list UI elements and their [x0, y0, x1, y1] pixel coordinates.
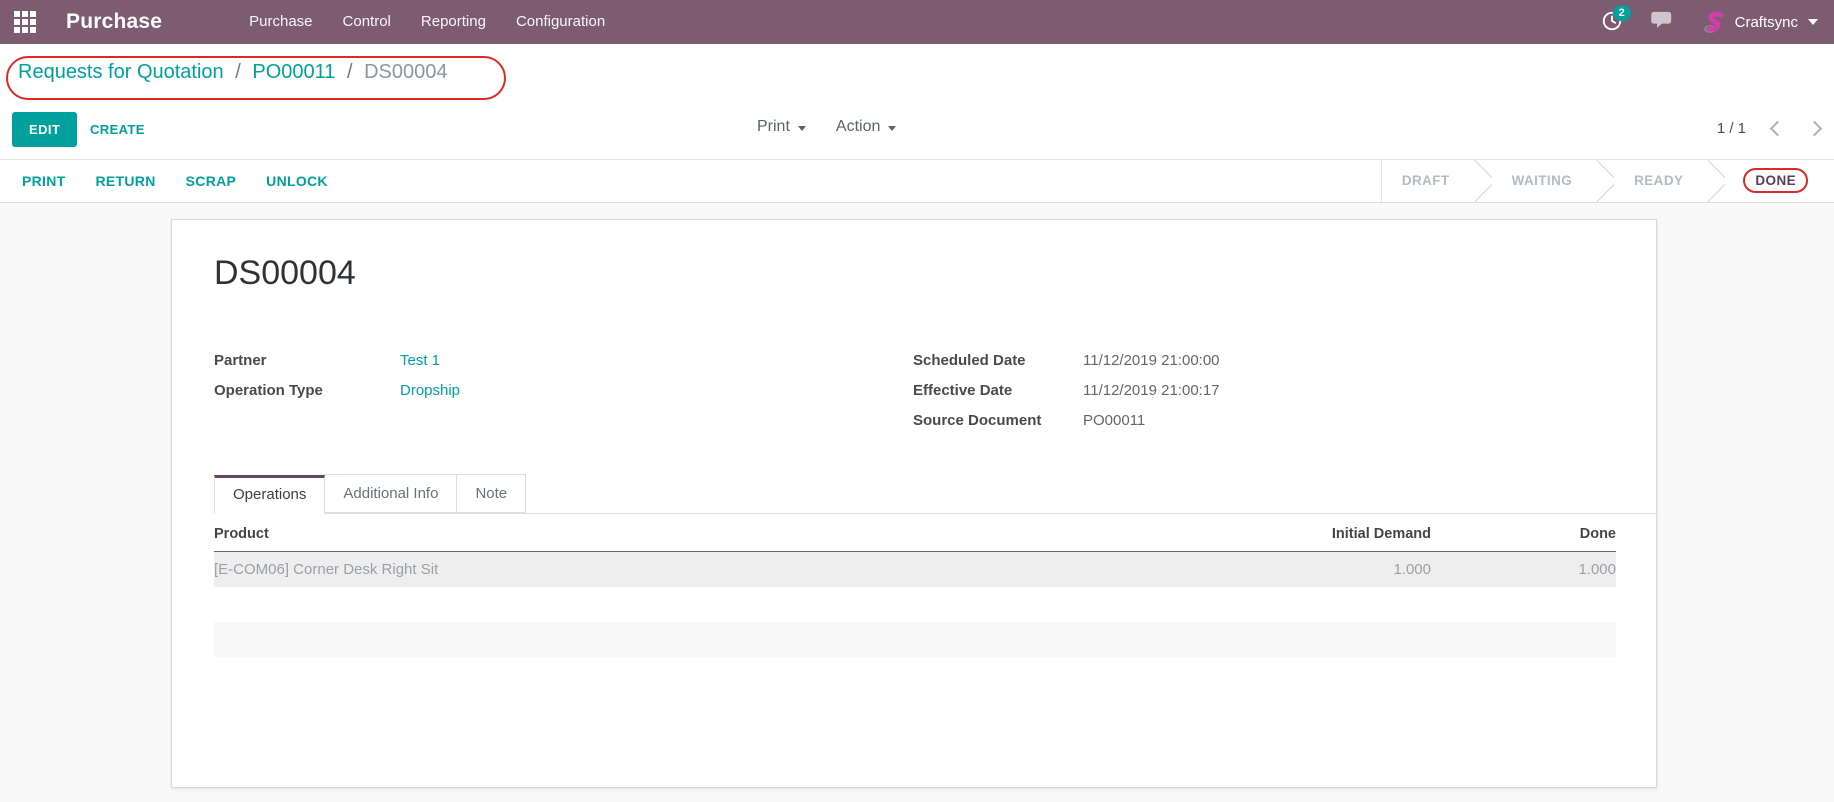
menu-purchase[interactable]: Purchase	[234, 0, 327, 44]
field-operation-type: Operation Type Dropship	[214, 376, 913, 406]
mid-actions: Print Action	[757, 118, 896, 136]
table-header-row: Product Initial Demand Done	[214, 526, 1616, 552]
breadcrumb-current: DS00004	[364, 61, 447, 83]
record-title: DS00004	[214, 254, 1656, 293]
unlock-button[interactable]: UNLOCK	[266, 173, 328, 189]
menu-reporting[interactable]: Reporting	[406, 0, 501, 44]
caret-down-icon	[888, 126, 896, 131]
field-label: Partner	[214, 346, 400, 376]
field-source-document: Source Document PO00011	[913, 406, 1220, 436]
activity-clock-icon[interactable]: 2	[1601, 10, 1625, 34]
pipeline-separator-icon	[1470, 160, 1492, 202]
cell-initial-demand: 1.000	[1201, 561, 1431, 578]
pager: 1 / 1	[1717, 120, 1820, 137]
action-row: EDIT CREATE Print Action 1 / 1	[0, 110, 1834, 159]
field-label: Source Document	[913, 406, 1083, 436]
navbar-right: 2 Craftsync	[1601, 9, 1818, 35]
scheduled-date-value: 11/12/2019 21:00:00	[1083, 346, 1220, 376]
scrap-button[interactable]: SCRAP	[186, 173, 237, 189]
caret-down-icon	[798, 126, 806, 131]
tab-additional-info[interactable]: Additional Info	[324, 474, 457, 513]
field-label: Effective Date	[913, 376, 1083, 406]
field-effective-date: Effective Date 11/12/2019 21:00:17	[913, 376, 1220, 406]
messages-icon[interactable]	[1651, 10, 1675, 35]
statusbar-buttons: PRINT RETURN SCRAP UNLOCK	[0, 173, 328, 189]
cell-product: [E-COM06] Corner Desk Right Sit	[214, 561, 1201, 578]
breadcrumb-po00011[interactable]: PO00011	[252, 61, 335, 83]
company-name: Craftsync	[1735, 14, 1798, 31]
form-view-background: DS00004 Partner Test 1 Operation Type Dr…	[0, 203, 1834, 802]
table-row[interactable]: [E-COM06] Corner Desk Right Sit 1.000 1.…	[214, 552, 1616, 587]
pipeline-separator-icon	[1703, 160, 1725, 202]
breadcrumb-row: Requests for Quotation / PO00011 / DS000…	[0, 44, 1834, 110]
effective-date-value: 11/12/2019 21:00:17	[1083, 376, 1220, 406]
menu-control[interactable]: Control	[328, 0, 406, 44]
create-button[interactable]: CREATE	[90, 122, 145, 137]
user-menu[interactable]: Craftsync	[1701, 9, 1818, 35]
tab-operations[interactable]: Operations	[214, 475, 325, 514]
odoo-purchase-app: Purchase Purchase Control Reporting Conf…	[0, 0, 1834, 802]
edit-button[interactable]: EDIT	[12, 112, 77, 147]
operations-table: Product Initial Demand Done [E-COM06] Co…	[214, 526, 1616, 657]
status-pipeline: DRAFT WAITING READY DONE	[1381, 160, 1834, 202]
operation-type-link[interactable]: Dropship	[400, 376, 460, 406]
state-done[interactable]: DONE	[1725, 160, 1822, 202]
activity-count-badge: 2	[1613, 5, 1631, 21]
source-document-value: PO00011	[1083, 406, 1145, 436]
caret-down-icon	[1808, 19, 1818, 25]
pager-value: 1 / 1	[1717, 120, 1746, 137]
action-dropdown-label: Action	[836, 118, 880, 136]
column-header-initial-demand: Initial Demand	[1201, 526, 1431, 542]
breadcrumb-separator: /	[341, 61, 359, 83]
return-button[interactable]: RETURN	[96, 173, 156, 189]
breadcrumb: Requests for Quotation / PO00011 / DS000…	[0, 44, 1834, 84]
notebook-tabs: Operations Additional Info Note	[214, 472, 1657, 514]
field-label: Operation Type	[214, 376, 400, 406]
field-partner: Partner Test 1	[214, 346, 913, 376]
breadcrumb-requests-for-quotation[interactable]: Requests for Quotation	[18, 61, 224, 83]
print-dropdown-label: Print	[757, 118, 790, 136]
menu-configuration[interactable]: Configuration	[501, 0, 620, 44]
app-title: Purchase	[66, 10, 162, 34]
tab-note[interactable]: Note	[456, 474, 526, 513]
statusbar: PRINT RETURN SCRAP UNLOCK DRAFT WAITING …	[0, 159, 1834, 203]
pager-next-icon[interactable]	[1807, 121, 1823, 137]
field-scheduled-date: Scheduled Date 11/12/2019 21:00:00	[913, 346, 1220, 376]
cell-done: 1.000	[1431, 561, 1616, 578]
apps-grid-icon[interactable]	[14, 11, 36, 33]
action-dropdown[interactable]: Action	[836, 118, 896, 136]
top-navbar: Purchase Purchase Control Reporting Conf…	[0, 0, 1834, 44]
column-header-done: Done	[1431, 526, 1616, 542]
state-ready[interactable]: READY	[1614, 160, 1703, 202]
red-annotation-done: DONE	[1743, 168, 1808, 193]
column-header-product: Product	[214, 526, 1201, 542]
company-logo-icon	[1701, 9, 1727, 35]
pager-previous-icon[interactable]	[1770, 121, 1786, 137]
field-label: Scheduled Date	[913, 346, 1083, 376]
top-menu: Purchase Control Reporting Configuration	[234, 0, 620, 44]
print-dropdown[interactable]: Print	[757, 118, 806, 136]
empty-table-stripe	[214, 622, 1616, 657]
form-sheet: DS00004 Partner Test 1 Operation Type Dr…	[171, 219, 1657, 788]
field-groups: Partner Test 1 Operation Type Dropship S…	[214, 346, 1656, 436]
field-group-left: Partner Test 1 Operation Type Dropship	[214, 346, 913, 436]
breadcrumb-separator: /	[229, 61, 247, 83]
field-group-right: Scheduled Date 11/12/2019 21:00:00 Effec…	[913, 346, 1220, 436]
partner-link[interactable]: Test 1	[400, 346, 440, 376]
pipeline-separator-icon	[1592, 160, 1614, 202]
print-button[interactable]: PRINT	[22, 173, 66, 189]
state-draft[interactable]: DRAFT	[1382, 160, 1470, 202]
state-waiting[interactable]: WAITING	[1492, 160, 1593, 202]
